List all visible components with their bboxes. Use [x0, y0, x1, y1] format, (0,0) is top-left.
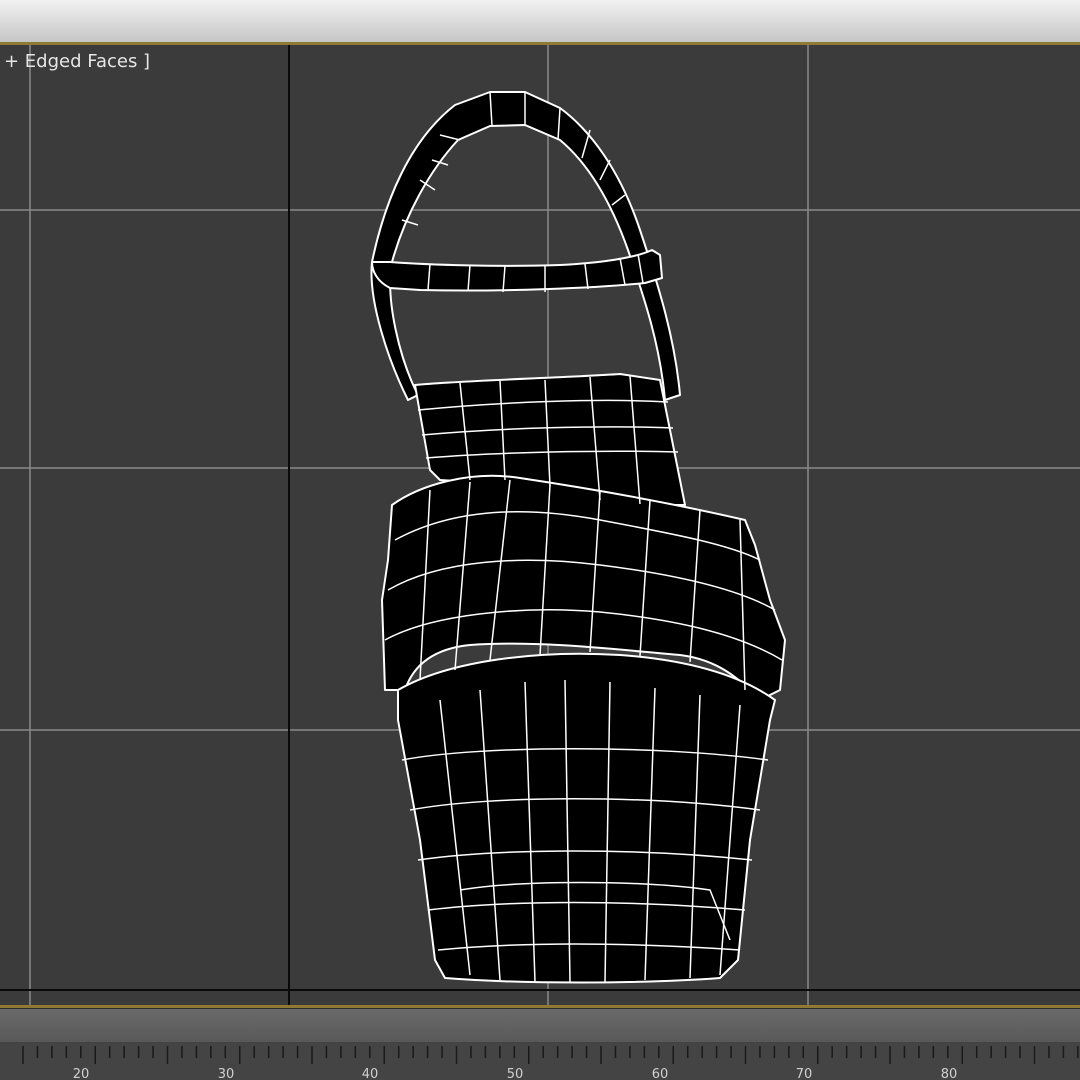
- time-slider-track[interactable]: [0, 1008, 1080, 1043]
- heel-strap: [370, 91, 681, 401]
- viewport-shading-label[interactable]: + Edged Faces ]: [4, 51, 150, 72]
- timeline-label-60: 60: [651, 1067, 669, 1080]
- timeline-label-20: 20: [72, 1067, 90, 1080]
- timeline-label-30: 30: [217, 1067, 235, 1080]
- timeline-label-50: 50: [506, 1067, 524, 1080]
- ankle-strap: [371, 249, 663, 292]
- window-title-bar: [0, 0, 1080, 45]
- timeline-label-40: 40: [361, 1067, 379, 1080]
- timeline-label-80: 80: [940, 1067, 958, 1080]
- timeline-label-70: 70: [795, 1067, 813, 1080]
- platform-sole: [397, 652, 776, 984]
- viewport-front[interactable]: + Edged Faces ]: [0, 45, 1080, 1007]
- sandal-wireframe-model[interactable]: [370, 91, 786, 984]
- viewport-canvas[interactable]: [0, 45, 1080, 1007]
- timeline-ticks: [22, 1046, 1079, 1064]
- timeline-ruler[interactable]: 20 30 40 50 60 70 80: [0, 1042, 1080, 1080]
